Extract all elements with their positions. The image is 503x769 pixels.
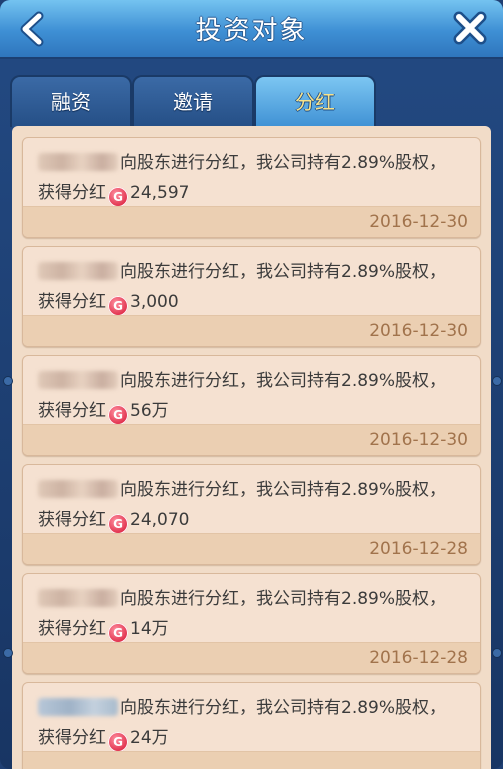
gain-label: 获得分红: [38, 728, 106, 748]
list-item: 向股东进行分红，我公司持有2.89%股权， 获得分红 G 14万 2016-12-2…: [22, 573, 481, 674]
frame-rivet: [492, 648, 502, 658]
tab-label: 分红: [295, 90, 335, 114]
dividend-amount: 24万: [130, 728, 169, 748]
dividend-amount: 14万: [130, 619, 169, 639]
tab-label: 融资: [51, 90, 91, 114]
dividend-date: 2016-12-30: [369, 430, 468, 450]
gold-coin-icon: G: [108, 514, 128, 534]
dividend-date: 2016-12-30: [369, 212, 468, 232]
redacted-company-name: [38, 589, 118, 607]
close-button[interactable]: [451, 9, 489, 47]
item-footer: 2016-12-30: [23, 424, 480, 455]
dividend-amount: 24,597: [130, 183, 190, 203]
gold-coin-icon: G: [108, 732, 128, 752]
frame-rivet: [492, 376, 502, 386]
list-item: 向股东进行分红，我公司持有2.89%股权， 获得分红 G 3,000 2016-12…: [22, 246, 481, 347]
dividend-message: 向股东进行分红，我公司持有2.89%股权，: [120, 589, 447, 609]
gain-label: 获得分红: [38, 292, 106, 312]
gain-label: 获得分红: [38, 510, 106, 530]
dialog-frame: 投资对象 融资 邀请 分红 向股东进行分红，我公司持有2.89%股权， 获得分红…: [0, 0, 503, 769]
tab-invite[interactable]: 邀请: [132, 75, 254, 127]
tab-bar: 融资 邀请 分红: [10, 75, 490, 129]
list-item: 向股东进行分红，我公司持有2.89%股权， 获得分红 G 24,070 2016-1…: [22, 464, 481, 565]
redacted-company-name: [38, 480, 118, 498]
gold-coin-icon: G: [108, 187, 128, 207]
frame-rivet: [3, 648, 13, 658]
gold-coin-icon: G: [108, 623, 128, 643]
item-footer: 2016-12-28: [23, 642, 480, 673]
item-footer: 2016-12-30: [23, 315, 480, 346]
list-item: 向股东进行分红，我公司持有2.89%股权， 获得分红 G 24万: [22, 682, 481, 769]
tab-financing[interactable]: 融资: [10, 75, 132, 127]
gold-coin-icon: G: [108, 405, 128, 425]
dividend-message: 向股东进行分红，我公司持有2.89%股权，: [120, 698, 447, 718]
dividend-date: 2016-12-28: [369, 648, 468, 668]
redacted-company-name: [38, 153, 118, 171]
page-title: 投资对象: [195, 16, 308, 46]
gold-coin-icon: G: [108, 296, 128, 316]
dividend-date: 2016-12-30: [369, 321, 468, 341]
dividend-amount: 3,000: [130, 292, 179, 312]
gain-label: 获得分红: [38, 619, 106, 639]
dividend-message: 向股东进行分红，我公司持有2.89%股权，: [120, 480, 447, 500]
redacted-company-name: [38, 371, 118, 389]
redacted-company-name: [38, 262, 118, 280]
list-item: 向股东进行分红，我公司持有2.89%股权， 获得分红 G 24,597 2016-1…: [22, 137, 481, 238]
tab-label: 邀请: [173, 90, 213, 114]
dividend-list[interactable]: 向股东进行分红，我公司持有2.89%股权， 获得分红 G 24,597 2016-1…: [12, 126, 491, 769]
tab-dividend[interactable]: 分红: [254, 75, 376, 129]
gain-label: 获得分红: [38, 401, 106, 421]
redacted-company-name: [38, 698, 118, 716]
frame-rivet: [3, 376, 13, 386]
dividend-date: 2016-12-28: [369, 539, 468, 559]
close-icon: [453, 11, 487, 45]
dividend-message: 向股东进行分红，我公司持有2.89%股权，: [120, 371, 447, 391]
item-footer: [23, 751, 480, 769]
list-item: 向股东进行分红，我公司持有2.89%股权， 获得分红 G 56万 2016-12-3…: [22, 355, 481, 456]
item-footer: 2016-12-28: [23, 533, 480, 564]
item-footer: 2016-12-30: [23, 206, 480, 237]
dividend-amount: 56万: [130, 401, 169, 421]
gain-label: 获得分红: [38, 183, 106, 203]
dividend-message: 向股东进行分红，我公司持有2.89%股权，: [120, 262, 447, 282]
title-bar: 投资对象: [0, 0, 503, 59]
dividend-message: 向股东进行分红，我公司持有2.89%股权，: [120, 153, 447, 173]
dividend-amount: 24,070: [130, 510, 190, 530]
